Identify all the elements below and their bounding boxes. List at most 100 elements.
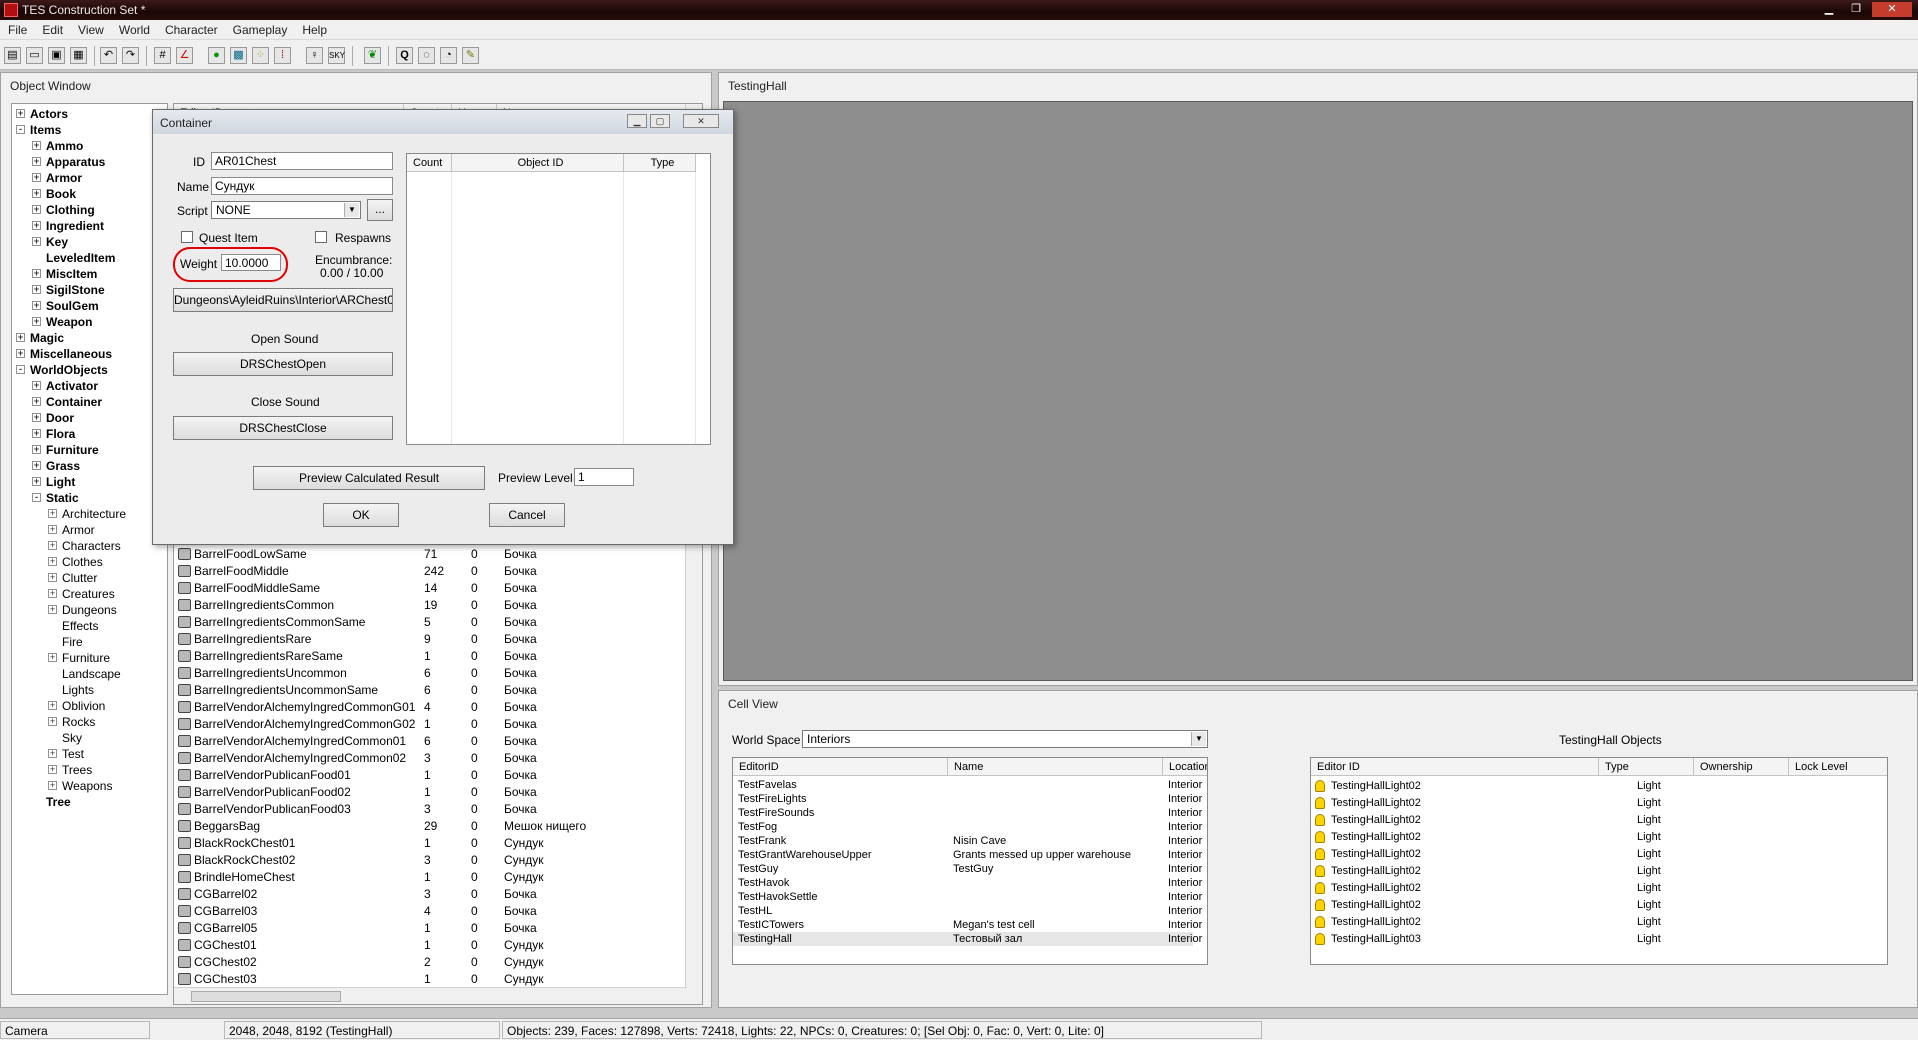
list-item[interactable]: TestingHallLight02 Light: [1311, 915, 1871, 929]
id-field[interactable]: AR01Chest: [211, 152, 393, 170]
expand-icon[interactable]: +: [32, 157, 41, 166]
column-header-name[interactable]: Name: [948, 758, 1163, 776]
column-header-ownership[interactable]: Ownership: [1694, 758, 1789, 776]
expand-icon[interactable]: +: [32, 141, 41, 150]
quest-item-checkbox[interactable]: [181, 231, 193, 243]
object-list-hscrollbar[interactable]: [174, 987, 687, 1004]
expand-icon[interactable]: +: [48, 509, 57, 518]
table-row[interactable]: BarrelFoodMiddleSame 14 0 Бочка: [174, 580, 684, 597]
picture-icon[interactable]: ▩: [230, 47, 247, 64]
menu-character[interactable]: Character: [157, 20, 225, 37]
column-header-lock-level[interactable]: Lock Level: [1789, 758, 1887, 776]
table-row[interactable]: BarrelVendorAlchemyIngredCommonG02 1 0 Бочк…: [174, 716, 684, 733]
collapse-icon[interactable]: -: [16, 125, 25, 134]
expand-icon[interactable]: +: [32, 477, 41, 486]
table-row[interactable]: CGChest01 1 0 Сундук: [174, 937, 684, 954]
expand-icon[interactable]: +: [48, 765, 57, 774]
table-row[interactable]: BarrelFoodMiddle 242 0 Бочка: [174, 563, 684, 580]
menu-edit[interactable]: Edit: [34, 20, 70, 37]
menu-help[interactable]: Help: [294, 20, 334, 37]
markers-icon[interactable]: ⁘: [252, 47, 269, 64]
expand-icon[interactable]: +: [32, 397, 41, 406]
ok-button[interactable]: OK: [323, 503, 399, 527]
column-header-type[interactable]: Type: [624, 154, 696, 172]
lightbulb-icon[interactable]: ♀: [306, 47, 323, 64]
table-row[interactable]: BrindleHomeChest 1 0 Сундук: [174, 869, 684, 886]
3d-viewport[interactable]: [723, 101, 1913, 681]
expand-icon[interactable]: +: [32, 221, 41, 230]
list-item[interactable]: TestingHallLight02 Light: [1311, 779, 1871, 793]
table-row[interactable]: BarrelIngredientsRare 9 0 Бочка: [174, 631, 684, 648]
grid-icon[interactable]: #: [154, 47, 171, 64]
list-item[interactable]: TestICTowers Megan's test cell Interior: [733, 918, 1202, 932]
expand-icon[interactable]: +: [32, 205, 41, 214]
respawns-checkbox[interactable]: [315, 231, 327, 243]
expand-icon[interactable]: +: [32, 269, 41, 278]
dialog-minimize-button[interactable]: ▁: [627, 114, 647, 128]
leaf-icon[interactable]: ❦: [364, 47, 381, 64]
preview-calculated-result-button[interactable]: Preview Calculated Result: [253, 466, 485, 490]
table-row[interactable]: BarrelIngredientsCommon 19 0 Бочка: [174, 597, 684, 614]
expand-icon[interactable]: +: [32, 237, 41, 246]
expand-icon[interactable]: +: [48, 701, 57, 710]
list-item[interactable]: TestFrank Nisin Cave Interior: [733, 834, 1202, 848]
column-header-type[interactable]: Type: [1599, 758, 1694, 776]
table-row[interactable]: BlackRockChest02 3 0 Сундук: [174, 852, 684, 869]
expand-icon[interactable]: +: [16, 349, 25, 358]
expand-icon[interactable]: +: [16, 333, 25, 342]
expand-icon[interactable]: +: [48, 573, 57, 582]
table-row[interactable]: BarrelVendorPublicanFood02 1 0 Бочка: [174, 784, 684, 801]
column-header-editorid[interactable]: EditorID: [733, 758, 948, 776]
script-select[interactable]: NONE ▼: [211, 201, 361, 219]
table-row[interactable]: CGBarrel02 3 0 Бочка: [174, 886, 684, 903]
table-row[interactable]: BarrelVendorAlchemyIngredCommon02 3 0 Бочка: [174, 750, 684, 767]
table-row[interactable]: BarrelIngredientsRareSame 1 0 Бочка: [174, 648, 684, 665]
menu-view[interactable]: View: [70, 20, 111, 37]
world-space-select[interactable]: Interiors ▼: [802, 730, 1208, 748]
table-row[interactable]: BeggarsBag 29 0 Мешок нищего: [174, 818, 684, 835]
expand-icon[interactable]: +: [32, 301, 41, 310]
list-item[interactable]: TestingHallLight03 Light: [1311, 932, 1871, 946]
expand-icon[interactable]: +: [48, 653, 57, 662]
cell-objects-list[interactable]: Editor ID Type Ownership Lock Level Test…: [1310, 757, 1888, 965]
sky-icon[interactable]: SKY: [328, 47, 345, 64]
cell-list[interactable]: EditorID Name Location TestFavelas Interi…: [732, 757, 1208, 965]
preview-level-field[interactable]: 1: [574, 468, 634, 486]
expand-icon[interactable]: +: [32, 285, 41, 294]
menu-file[interactable]: File: [0, 20, 34, 37]
expand-icon[interactable]: +: [48, 749, 57, 758]
data-icon[interactable]: ▦: [70, 47, 87, 64]
table-row[interactable]: BarrelIngredientsCommonSame 5 0 Бочка: [174, 614, 684, 631]
table-row[interactable]: BlackRockChest01 1 0 Сундук: [174, 835, 684, 852]
list-item[interactable]: TestingHallLight02 Light: [1311, 796, 1871, 810]
script-browse-button[interactable]: ...: [367, 199, 393, 221]
table-row[interactable]: CGChest03 1 0 Сундук: [174, 971, 684, 988]
paths-icon[interactable]: ⁞: [274, 47, 291, 64]
expand-icon[interactable]: +: [32, 381, 41, 390]
close-button[interactable]: ✕: [1872, 2, 1912, 17]
landscape-icon[interactable]: ●: [208, 47, 225, 64]
list-item[interactable]: TestHL Interior: [733, 904, 1202, 918]
list-item[interactable]: TestingHallLight02 Light: [1311, 830, 1871, 844]
chevron-down-icon[interactable]: ▼: [344, 203, 359, 217]
list-item[interactable]: TestingHallLight02 Light: [1311, 881, 1871, 895]
column-header-object-id[interactable]: Object ID: [452, 154, 624, 172]
close-sound-button[interactable]: DRSChestClose: [173, 416, 393, 440]
expand-icon[interactable]: +: [32, 461, 41, 470]
table-row[interactable]: BarrelVendorAlchemyIngredCommonG01 4 0 Бочк…: [174, 699, 684, 716]
expand-icon[interactable]: +: [32, 413, 41, 422]
save-icon[interactable]: ▣: [48, 47, 65, 64]
collapse-icon[interactable]: -: [16, 365, 25, 374]
list-item[interactable]: TestFog Interior: [733, 820, 1202, 834]
list-item[interactable]: TestGuy TestGuy Interior: [733, 862, 1202, 876]
table-row[interactable]: BarrelIngredientsUncommonSame 6 0 Бочка: [174, 682, 684, 699]
expand-icon[interactable]: +: [32, 445, 41, 454]
maximize-button[interactable]: ❐: [1845, 2, 1867, 17]
list-item[interactable]: TestingHallLight02 Light: [1311, 813, 1871, 827]
list-item[interactable]: TestFireSounds Interior: [733, 806, 1202, 820]
redo-icon[interactable]: ↷: [122, 47, 139, 64]
new-icon[interactable]: ▤: [4, 47, 21, 64]
table-row[interactable]: CGBarrel05 1 0 Бочка: [174, 920, 684, 937]
name-field[interactable]: Сундук: [211, 177, 393, 195]
list-item[interactable]: TestHavok Interior: [733, 876, 1202, 890]
